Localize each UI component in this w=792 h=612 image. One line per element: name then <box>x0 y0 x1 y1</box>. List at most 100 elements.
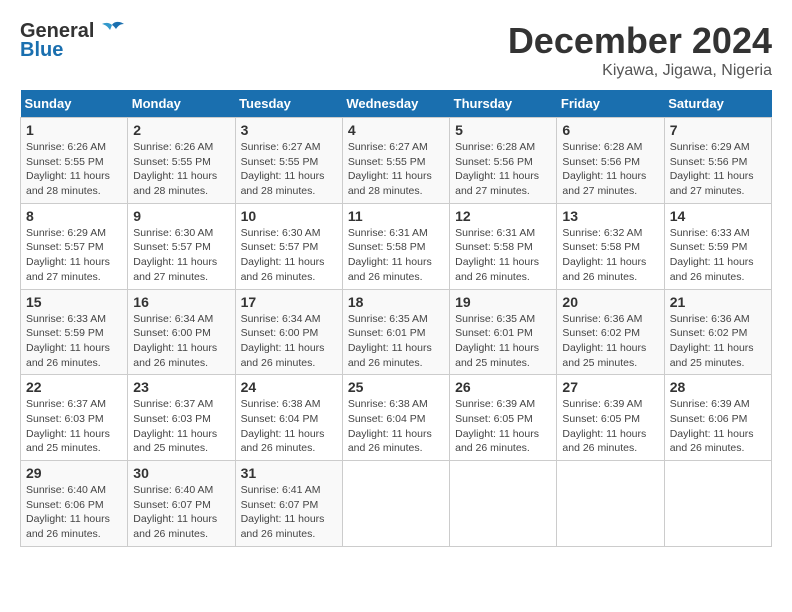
day-info: Sunrise: 6:37 AMSunset: 6:03 PMDaylight:… <box>26 397 122 456</box>
day-number: 14 <box>670 208 766 224</box>
day-number: 12 <box>455 208 551 224</box>
day-info: Sunrise: 6:30 AMSunset: 5:57 PMDaylight:… <box>133 226 229 285</box>
calendar-cell: 13 Sunrise: 6:32 AMSunset: 5:58 PMDayligh… <box>557 203 664 289</box>
day-number: 2 <box>133 122 229 138</box>
day-number: 25 <box>348 379 444 395</box>
calendar-cell: 29Sunrise: 6:40 AMSunset: 6:06 PMDayligh… <box>21 461 128 547</box>
day-info: Sunrise: 6:33 AMSunset: 5:59 PMDaylight:… <box>670 226 766 285</box>
calendar-cell: 20Sunrise: 6:36 AMSunset: 6:02 PMDayligh… <box>557 289 664 375</box>
day-info: Sunrise: 6:34 AMSunset: 6:00 PMDaylight:… <box>133 312 229 371</box>
week-row-4: 22 Sunrise: 6:37 AMSunset: 6:03 PMDayligh… <box>21 375 772 461</box>
day-number: 18 <box>348 294 444 310</box>
day-info: Sunrise: 6:36 AMSunset: 6:02 PMDaylight:… <box>562 312 658 371</box>
calendar-cell: 30 Sunrise: 6:40 AMSunset: 6:07 PMDayligh… <box>128 461 235 547</box>
calendar-cell: 6 Sunrise: 6:28 AMSunset: 5:56 PMDaylight… <box>557 118 664 204</box>
calendar-cell: 24 Sunrise: 6:38 AMSunset: 6:04 PMDayligh… <box>235 375 342 461</box>
day-number: 19 <box>455 294 551 310</box>
day-number: 5 <box>455 122 551 138</box>
calendar-cell: 31Sunrise: 6:41 AMSunset: 6:07 PMDayligh… <box>235 461 342 547</box>
calendar-cell: 28 Sunrise: 6:39 AMSunset: 6:06 PMDayligh… <box>664 375 771 461</box>
day-info: Sunrise: 6:39 AMSunset: 6:05 PMDaylight:… <box>455 397 551 456</box>
calendar-cell: 27Sunrise: 6:39 AMSunset: 6:05 PMDayligh… <box>557 375 664 461</box>
day-number: 22 <box>26 379 122 395</box>
day-info: Sunrise: 6:35 AMSunset: 6:01 PMDaylight:… <box>348 312 444 371</box>
day-number: 28 <box>670 379 766 395</box>
day-info: Sunrise: 6:41 AMSunset: 6:07 PMDaylight:… <box>241 483 337 542</box>
calendar-cell: 22 Sunrise: 6:37 AMSunset: 6:03 PMDayligh… <box>21 375 128 461</box>
col-header-friday: Friday <box>557 90 664 118</box>
day-info: Sunrise: 6:32 AMSunset: 5:58 PMDaylight:… <box>562 226 658 285</box>
week-row-3: 15 Sunrise: 6:33 AMSunset: 5:59 PMDayligh… <box>21 289 772 375</box>
col-header-wednesday: Wednesday <box>342 90 449 118</box>
day-number: 4 <box>348 122 444 138</box>
page-title: December 2024 <box>508 20 772 62</box>
calendar-cell: 16Sunrise: 6:34 AMSunset: 6:00 PMDayligh… <box>128 289 235 375</box>
day-info: Sunrise: 6:26 AMSunset: 5:55 PMDaylight:… <box>26 140 122 199</box>
day-info: Sunrise: 6:26 AMSunset: 5:55 PMDaylight:… <box>133 140 229 199</box>
calendar-cell: 3 Sunrise: 6:27 AMSunset: 5:55 PMDaylight… <box>235 118 342 204</box>
calendar-cell <box>450 461 557 547</box>
day-number: 10 <box>241 208 337 224</box>
week-row-1: 1 Sunrise: 6:26 AMSunset: 5:55 PMDaylight… <box>21 118 772 204</box>
day-number: 26 <box>455 379 551 395</box>
day-info: Sunrise: 6:33 AMSunset: 5:59 PMDaylight:… <box>26 312 122 371</box>
day-number: 27 <box>562 379 658 395</box>
col-header-thursday: Thursday <box>450 90 557 118</box>
day-info: Sunrise: 6:40 AMSunset: 6:07 PMDaylight:… <box>133 483 229 542</box>
page-subtitle: Kiyawa, Jigawa, Nigeria <box>508 62 772 80</box>
col-header-tuesday: Tuesday <box>235 90 342 118</box>
calendar-cell: 21 Sunrise: 6:36 AMSunset: 6:02 PMDayligh… <box>664 289 771 375</box>
day-info: Sunrise: 6:29 AMSunset: 5:57 PMDaylight:… <box>26 226 122 285</box>
day-number: 29 <box>26 465 122 481</box>
day-number: 6 <box>562 122 658 138</box>
day-number: 11 <box>348 208 444 224</box>
day-number: 30 <box>133 465 229 481</box>
calendar-cell <box>664 461 771 547</box>
col-header-sunday: Sunday <box>21 90 128 118</box>
day-number: 1 <box>26 122 122 138</box>
day-number: 3 <box>241 122 337 138</box>
day-info: Sunrise: 6:31 AMSunset: 5:58 PMDaylight:… <box>348 226 444 285</box>
calendar-cell: 12 Sunrise: 6:31 AMSunset: 5:58 PMDayligh… <box>450 203 557 289</box>
col-header-saturday: Saturday <box>664 90 771 118</box>
day-number: 23 <box>133 379 229 395</box>
day-info: Sunrise: 6:27 AMSunset: 5:55 PMDaylight:… <box>348 140 444 199</box>
calendar-cell <box>557 461 664 547</box>
calendar-cell: 15 Sunrise: 6:33 AMSunset: 5:59 PMDayligh… <box>21 289 128 375</box>
week-row-2: 8 Sunrise: 6:29 AMSunset: 5:57 PMDaylight… <box>21 203 772 289</box>
day-info: Sunrise: 6:28 AMSunset: 5:56 PMDaylight:… <box>562 140 658 199</box>
calendar-cell: 8 Sunrise: 6:29 AMSunset: 5:57 PMDaylight… <box>21 203 128 289</box>
day-info: Sunrise: 6:36 AMSunset: 6:02 PMDaylight:… <box>670 312 766 371</box>
calendar-cell: 17Sunrise: 6:34 AMSunset: 6:00 PMDayligh… <box>235 289 342 375</box>
day-number: 15 <box>26 294 122 310</box>
day-info: Sunrise: 6:37 AMSunset: 6:03 PMDaylight:… <box>133 397 229 456</box>
day-number: 13 <box>562 208 658 224</box>
calendar-cell: 23 Sunrise: 6:37 AMSunset: 6:03 PMDayligh… <box>128 375 235 461</box>
week-row-5: 29Sunrise: 6:40 AMSunset: 6:06 PMDayligh… <box>21 461 772 547</box>
day-info: Sunrise: 6:38 AMSunset: 6:04 PMDaylight:… <box>241 397 337 456</box>
calendar-cell: 4 Sunrise: 6:27 AMSunset: 5:55 PMDaylight… <box>342 118 449 204</box>
calendar-cell: 18 Sunrise: 6:35 AMSunset: 6:01 PMDayligh… <box>342 289 449 375</box>
calendar-cell: 11 Sunrise: 6:31 AMSunset: 5:58 PMDayligh… <box>342 203 449 289</box>
title-block: December 2024 Kiyawa, Jigawa, Nigeria <box>508 20 772 80</box>
day-number: 24 <box>241 379 337 395</box>
calendar-cell: 7Sunrise: 6:29 AMSunset: 5:56 PMDaylight… <box>664 118 771 204</box>
logo: General Blue <box>20 20 126 62</box>
calendar-cell: 14 Sunrise: 6:33 AMSunset: 5:59 PMDayligh… <box>664 203 771 289</box>
day-info: Sunrise: 6:27 AMSunset: 5:55 PMDaylight:… <box>241 140 337 199</box>
calendar-cell: 5 Sunrise: 6:28 AMSunset: 5:56 PMDaylight… <box>450 118 557 204</box>
day-number: 21 <box>670 294 766 310</box>
calendar-cell: 2 Sunrise: 6:26 AMSunset: 5:55 PMDaylight… <box>128 118 235 204</box>
col-header-monday: Monday <box>128 90 235 118</box>
day-info: Sunrise: 6:35 AMSunset: 6:01 PMDaylight:… <box>455 312 551 371</box>
day-info: Sunrise: 6:34 AMSunset: 6:00 PMDaylight:… <box>241 312 337 371</box>
day-info: Sunrise: 6:39 AMSunset: 6:06 PMDaylight:… <box>670 397 766 456</box>
logo-bird-icon <box>98 21 126 43</box>
day-info: Sunrise: 6:28 AMSunset: 5:56 PMDaylight:… <box>455 140 551 199</box>
day-info: Sunrise: 6:31 AMSunset: 5:58 PMDaylight:… <box>455 226 551 285</box>
calendar-cell: 25 Sunrise: 6:38 AMSunset: 6:04 PMDayligh… <box>342 375 449 461</box>
day-number: 8 <box>26 208 122 224</box>
calendar-table: SundayMondayTuesdayWednesdayThursdayFrid… <box>20 90 772 547</box>
day-info: Sunrise: 6:38 AMSunset: 6:04 PMDaylight:… <box>348 397 444 456</box>
logo-text-blue: Blue <box>20 39 63 62</box>
